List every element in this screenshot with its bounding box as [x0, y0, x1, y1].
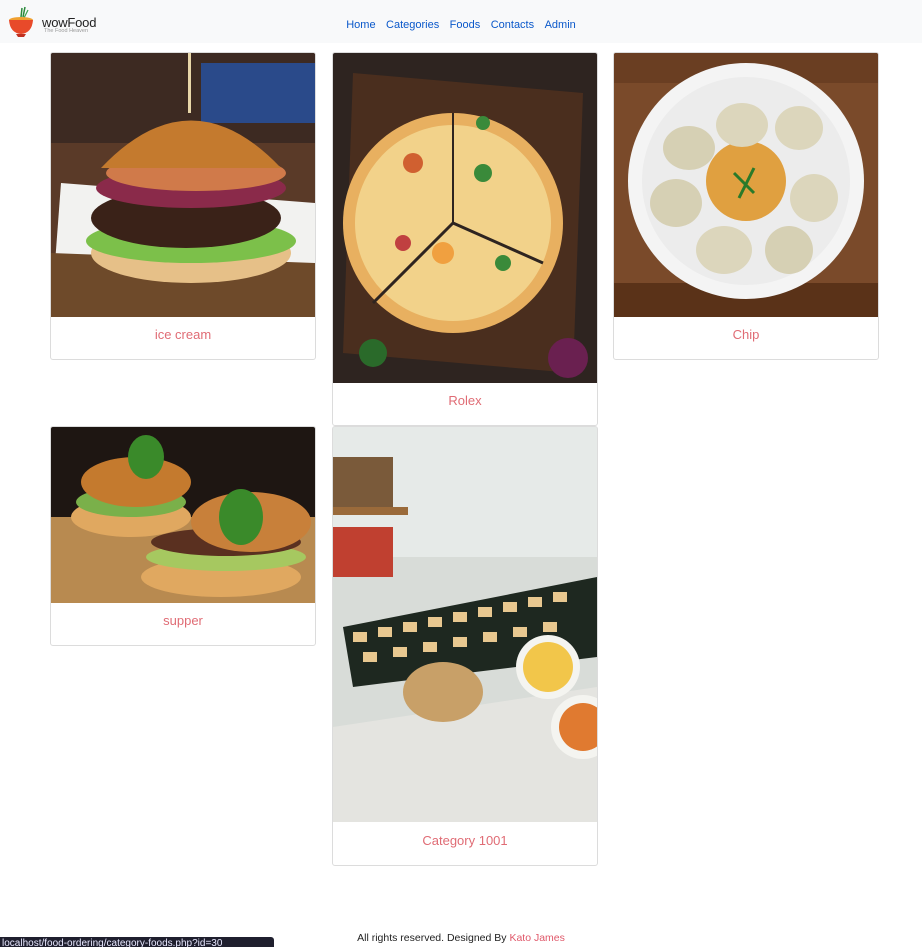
footer-author-link[interactable]: Kato James [509, 932, 564, 944]
pizza-photo [333, 53, 597, 383]
burgers-on-board-photo [51, 427, 315, 603]
category-label[interactable]: ice cream [51, 327, 315, 342]
category-label[interactable]: Category 1001 [333, 833, 597, 848]
category-label[interactable]: Chip [614, 327, 878, 342]
footer-text: All rights reserved. Designed By [357, 932, 507, 944]
category-card-supper[interactable]: supper [50, 426, 316, 646]
burger-photo [51, 53, 315, 317]
category-card-category-1001[interactable]: Category 1001 [332, 426, 598, 866]
buffet-table-photo [333, 427, 597, 822]
nav-links: Home Categories Foods Contacts Admin [0, 15, 922, 33]
nav-link-contacts[interactable]: Contacts [491, 19, 534, 31]
dumplings-photo [614, 53, 878, 317]
nav-link-home[interactable]: Home [346, 19, 375, 31]
category-card-chip[interactable]: Chip [613, 52, 879, 360]
top-navbar: wowFood The Food Heaven Home Categories … [0, 0, 922, 43]
category-card-ice-cream[interactable]: ice cream [50, 52, 316, 360]
status-bar-url: localhost/food-ordering/category-foods.p… [0, 937, 274, 947]
category-card-rolex[interactable]: Rolex [332, 52, 598, 426]
category-label[interactable]: Rolex [333, 393, 597, 408]
category-label[interactable]: supper [51, 613, 315, 628]
nav-link-admin[interactable]: Admin [545, 19, 576, 31]
nav-link-categories[interactable]: Categories [386, 19, 439, 31]
nav-link-foods[interactable]: Foods [450, 19, 481, 31]
